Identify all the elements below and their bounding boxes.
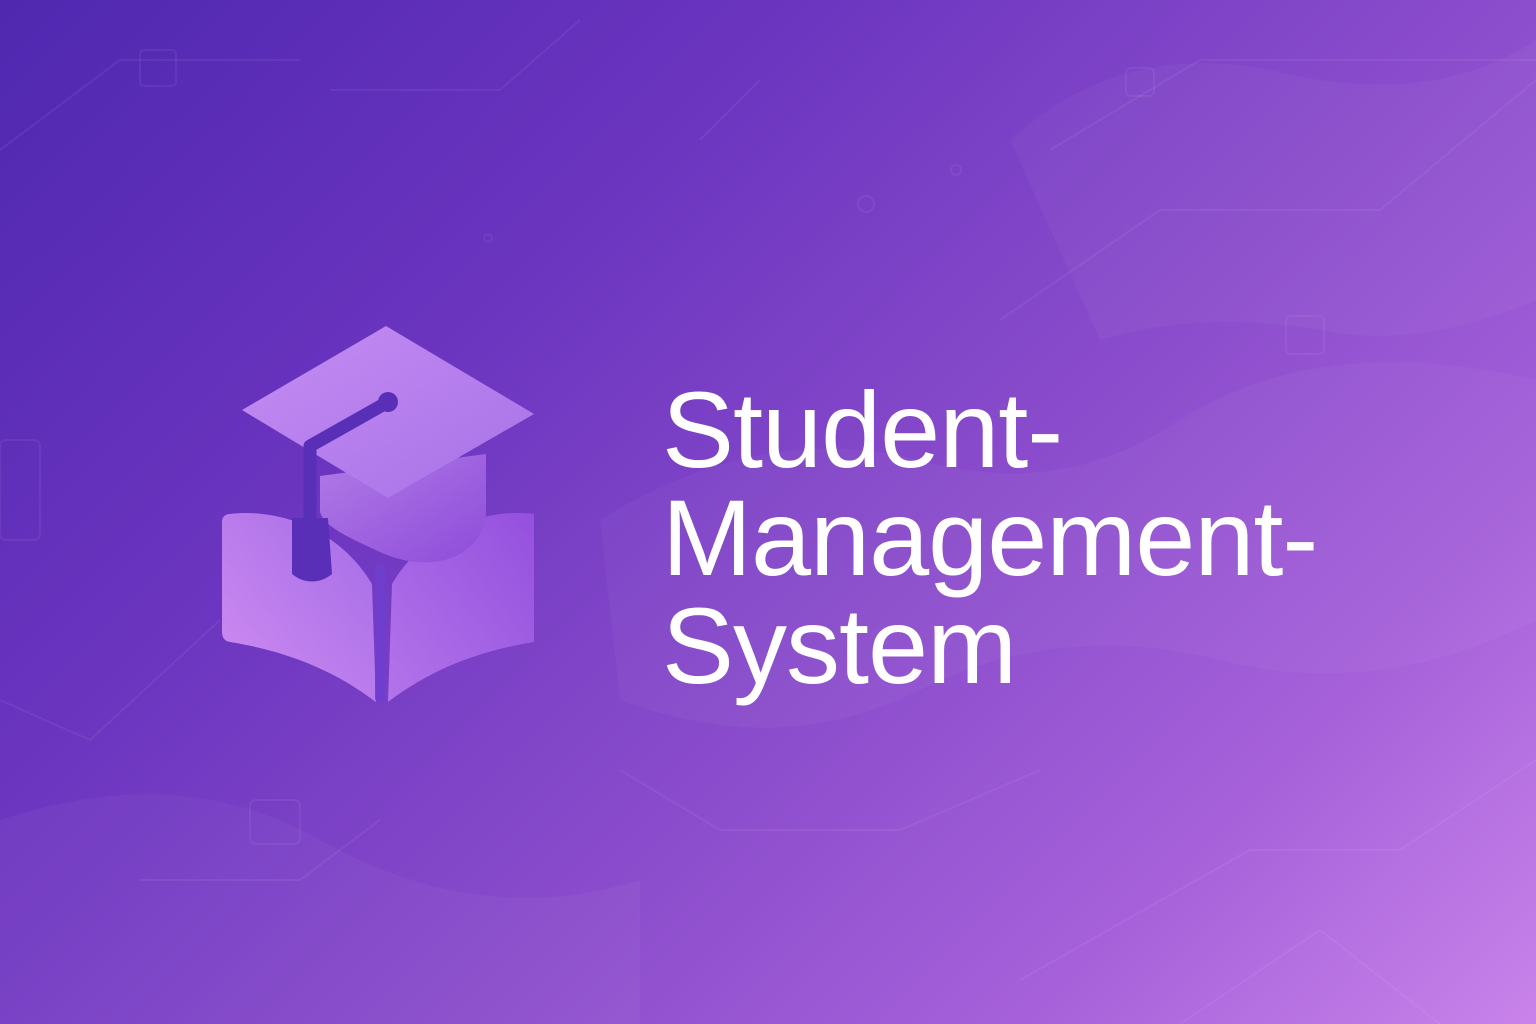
banner-canvas: { "brand": { "title_lines": ["Student-",… bbox=[0, 0, 1536, 1024]
title-line-3: System bbox=[662, 585, 1017, 706]
app-title: Student- Management- System bbox=[662, 369, 1318, 706]
title-line-1: Student- bbox=[662, 369, 1063, 490]
title-line-2: Management- bbox=[662, 477, 1318, 598]
graduation-cap-on-open-book-icon bbox=[222, 326, 534, 703]
cap-tassel-end bbox=[292, 518, 332, 582]
